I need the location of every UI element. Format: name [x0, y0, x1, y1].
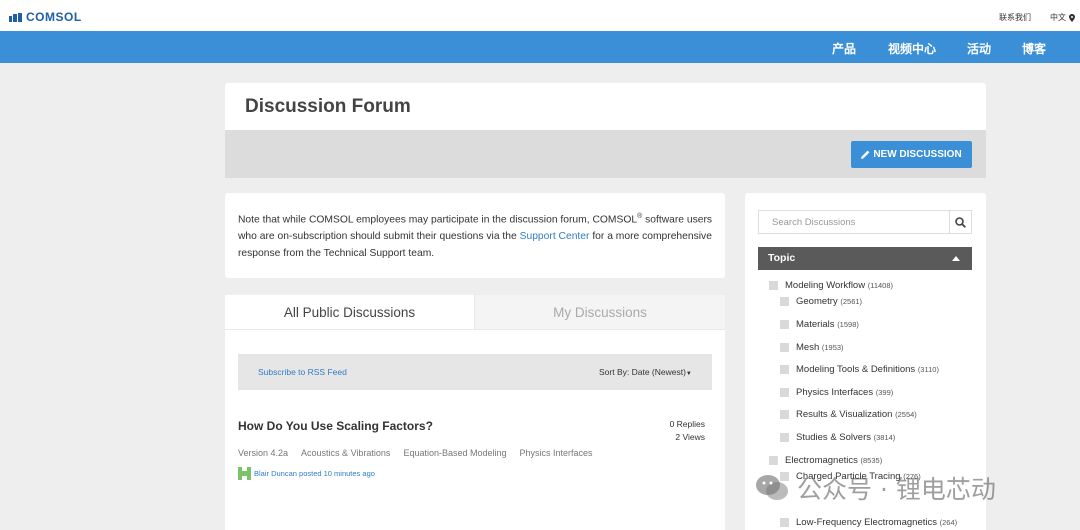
- checkbox[interactable]: [769, 456, 778, 465]
- search-box: [758, 210, 972, 234]
- discussion-stats: 0 Replies 2 Views: [645, 418, 705, 444]
- wechat-icon: [756, 475, 788, 500]
- language-selector[interactable]: 中文: [1050, 12, 1075, 23]
- topic-count: (399): [875, 388, 894, 397]
- topic-filter-header[interactable]: Topic: [758, 247, 972, 270]
- author-posted-text[interactable]: Blair Duncan posted 10 minutes ago: [254, 469, 375, 478]
- rss-feed-link[interactable]: Subscribe to RSS Feed: [258, 367, 347, 377]
- note-text-start: Note that while COMSOL employees may par…: [238, 214, 638, 226]
- discussion-tags: Version 4.2a Acoustics & Vibrations Equa…: [238, 448, 593, 458]
- caret-down-icon: ▼: [685, 371, 692, 377]
- topic-count: (264): [939, 518, 958, 527]
- topic-modeling-tools[interactable]: Modeling Tools & Definitions (3110): [780, 364, 939, 375]
- topic-count: (1598): [837, 320, 859, 329]
- topic-low-frequency-electromagnetics[interactable]: Low-Frequency Electromagnetics (264): [780, 517, 957, 528]
- wechat-watermark: 公众号 · 锂电芯动: [755, 470, 996, 506]
- subscription-note: Note that while COMSOL employees may par…: [225, 193, 725, 278]
- search-input[interactable]: [759, 211, 949, 233]
- checkbox[interactable]: [780, 297, 789, 306]
- avatar: [238, 467, 251, 480]
- topic-materials[interactable]: Materials (1598): [780, 319, 859, 330]
- main-nav: 产品 视频中心 活动 博客: [0, 31, 1080, 63]
- checkbox[interactable]: [780, 433, 789, 442]
- checkbox[interactable]: [780, 410, 789, 419]
- forum-toolbar: NEW DISCUSSION: [225, 130, 986, 178]
- nav-item-events[interactable]: 活动: [967, 40, 991, 57]
- support-center-link[interactable]: Support Center: [520, 231, 590, 242]
- topic-modeling-workflow[interactable]: Modeling Workflow (11408): [769, 280, 893, 291]
- checkbox[interactable]: [780, 343, 789, 352]
- topic-count: (11408): [867, 281, 894, 290]
- reply-count: 0 Replies: [669, 419, 705, 429]
- checkbox[interactable]: [780, 518, 789, 527]
- topic-geometry[interactable]: Geometry (2561): [780, 296, 862, 307]
- topic-label: Studies & Solvers: [796, 432, 871, 443]
- new-discussion-button[interactable]: NEW DISCUSSION: [851, 141, 972, 168]
- topic-count: (1953): [821, 343, 844, 352]
- topic-count: (3814): [873, 433, 896, 442]
- topic-label: Modeling Workflow: [785, 280, 866, 291]
- search-icon[interactable]: [949, 211, 971, 233]
- contact-us-link[interactable]: 联系我们: [999, 12, 1031, 23]
- topic-label: Materials: [796, 319, 835, 330]
- checkbox[interactable]: [780, 320, 789, 329]
- topic-physics-interfaces[interactable]: Physics Interfaces (399): [780, 387, 893, 398]
- location-pin-icon: [1069, 13, 1075, 22]
- language-label: 中文: [1050, 13, 1066, 22]
- discussion-meta: Blair Duncan posted 10 minutes ago: [238, 467, 375, 480]
- nav-item-blog[interactable]: 博客: [1022, 40, 1046, 57]
- checkbox[interactable]: [769, 281, 778, 290]
- filter-bar: Subscribe to RSS Feed Sort By: Date (New…: [238, 354, 712, 390]
- sort-dropdown[interactable]: Sort By: Date (Newest)▼: [599, 367, 692, 377]
- tab-all-public-discussions[interactable]: All Public Discussions: [225, 295, 474, 330]
- sort-label: Sort By: Date (Newest): [599, 367, 686, 377]
- discussion-title[interactable]: How Do You Use Scaling Factors?: [238, 419, 433, 433]
- logo-text: COMSOL: [26, 10, 82, 24]
- comsol-logo-icon: [9, 12, 22, 22]
- view-count: 2 Views: [675, 432, 705, 442]
- tag-physics-interfaces[interactable]: Physics Interfaces: [520, 448, 593, 458]
- nav-item-products[interactable]: 产品: [832, 40, 856, 57]
- pencil-icon: [861, 150, 870, 159]
- discussions-panel: All Public Discussions My Discussions Su…: [225, 295, 725, 530]
- topic-studies-solvers[interactable]: Studies & Solvers (3814): [780, 432, 895, 443]
- topic-label: Results & Visualization: [796, 409, 893, 420]
- topic-label: Low-Frequency Electromagnetics: [796, 517, 937, 528]
- topic-label: Modeling Tools & Definitions: [796, 364, 916, 375]
- topic-label: Topic: [768, 252, 796, 264]
- collapse-caret-icon: [952, 256, 960, 261]
- topic-label: Geometry: [796, 296, 838, 307]
- topic-count: (2554): [895, 410, 917, 419]
- tag-version[interactable]: Version 4.2a: [238, 448, 288, 458]
- tab-my-discussions[interactable]: My Discussions: [474, 295, 725, 330]
- tag-equation-based-modeling[interactable]: Equation-Based Modeling: [403, 448, 506, 458]
- topic-count: (3110): [917, 365, 939, 374]
- topic-label: Electromagnetics: [785, 455, 858, 466]
- page-title: Discussion Forum: [245, 96, 411, 117]
- top-bar: COMSOL 联系我们 中文: [0, 0, 1080, 31]
- nav-item-videos[interactable]: 视频中心: [888, 40, 936, 57]
- topic-label: Physics Interfaces: [796, 387, 874, 398]
- topic-label: Mesh: [796, 342, 820, 353]
- topic-results-visualization[interactable]: Results & Visualization (2554): [780, 409, 917, 420]
- topic-count: (8535): [860, 456, 883, 465]
- comsol-logo[interactable]: COMSOL: [9, 10, 82, 24]
- topic-mesh[interactable]: Mesh (1953): [780, 342, 844, 353]
- forum-header: Discussion Forum: [225, 83, 986, 130]
- topic-electromagnetics[interactable]: Electromagnetics (8535): [769, 455, 882, 466]
- watermark-text: 公众号 · 锂电芯动: [797, 475, 996, 504]
- topic-count: (2561): [840, 297, 863, 306]
- checkbox[interactable]: [780, 365, 789, 374]
- tag-acoustics[interactable]: Acoustics & Vibrations: [301, 448, 390, 458]
- note-text: Note that while COMSOL employees may par…: [238, 208, 718, 262]
- checkbox[interactable]: [780, 388, 789, 397]
- new-discussion-label: NEW DISCUSSION: [873, 149, 962, 160]
